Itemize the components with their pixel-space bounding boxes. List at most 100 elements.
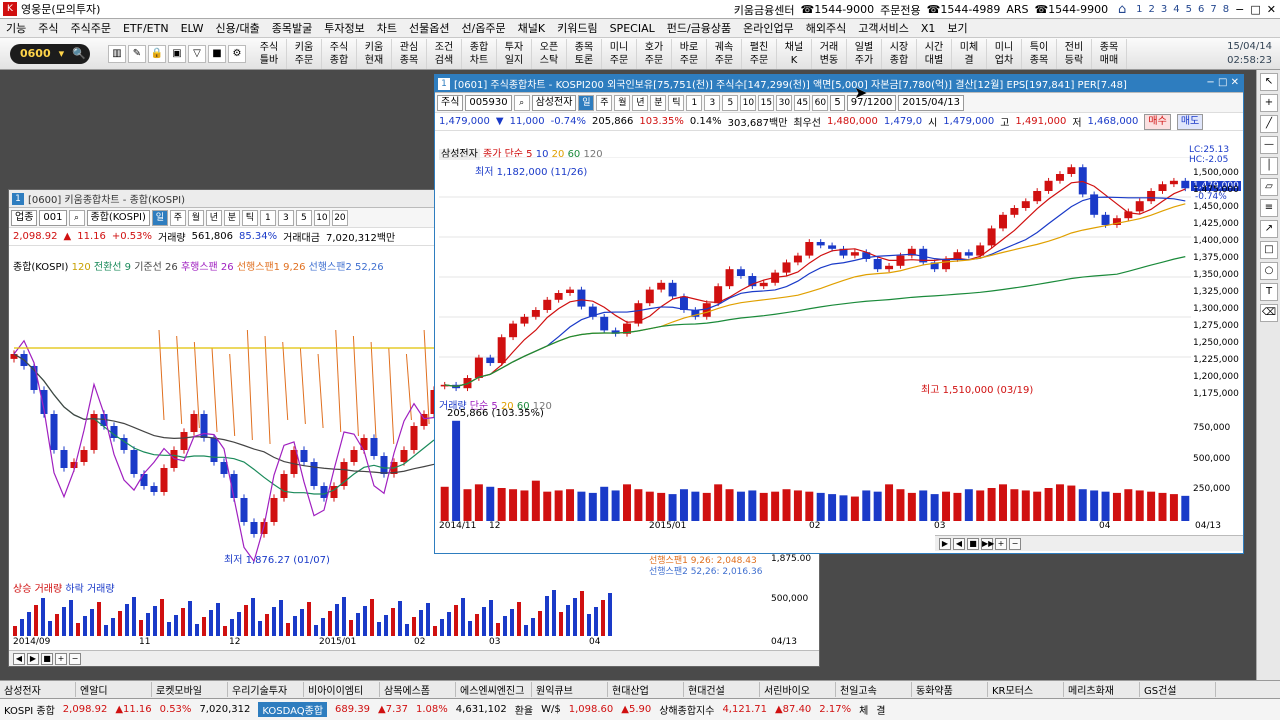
kospi-volume-chart[interactable] bbox=[9, 590, 769, 636]
filter-icon[interactable]: ▽ bbox=[188, 44, 206, 63]
stop-icon[interactable]: ■ bbox=[967, 537, 979, 550]
toolbar-button-2[interactable]: 주식 종합 bbox=[322, 38, 357, 69]
menu-item-19[interactable]: 보기 bbox=[941, 20, 973, 36]
date-input[interactable]: 2015/04/13 bbox=[898, 94, 964, 111]
line-icon[interactable]: ╱ bbox=[1260, 115, 1278, 133]
maximize-icon[interactable]: □ bbox=[1250, 3, 1260, 16]
toolbar-button-11[interactable]: 호가 주문 bbox=[637, 38, 672, 69]
menu-item-14[interactable]: 펀드/금융상품 bbox=[661, 20, 737, 36]
stock-tab-2[interactable]: 로켓모바일 bbox=[152, 682, 228, 697]
interval-6[interactable]: 45 bbox=[794, 94, 811, 111]
toolbar-button-12[interactable]: 바로 주문 bbox=[672, 38, 707, 69]
screen-num-4[interactable]: 4 bbox=[1173, 4, 1179, 15]
stock-tab-1[interactable]: 엔알디 bbox=[76, 682, 152, 697]
period-0[interactable]: 일 bbox=[578, 94, 595, 111]
toolbar-button-7[interactable]: 투자 일지 bbox=[497, 38, 532, 69]
kosdaq-label[interactable]: KOSDAQ종합 bbox=[258, 702, 328, 717]
zoom-out-icon[interactable]: − bbox=[69, 652, 81, 665]
search-icon[interactable]: ⌕ bbox=[68, 209, 85, 226]
vertical-line-icon[interactable]: │ bbox=[1260, 157, 1278, 175]
period-4[interactable]: 분 bbox=[650, 94, 667, 111]
chart-icon[interactable]: ▥ bbox=[108, 44, 126, 63]
screen-num-7[interactable]: 7 bbox=[1210, 4, 1216, 15]
channel-icon[interactable]: ▱ bbox=[1260, 178, 1278, 196]
execution-label-2[interactable]: 결 bbox=[876, 702, 885, 717]
menu-item-11[interactable]: 채널K bbox=[512, 20, 551, 36]
interval-4[interactable]: 15 bbox=[758, 94, 775, 111]
stock-tab-6[interactable]: 에스엔씨엔진그 bbox=[456, 682, 532, 697]
menu-item-6[interactable]: 종목발굴 bbox=[266, 20, 318, 36]
stock-price-chart[interactable] bbox=[439, 157, 1191, 395]
interval-5[interactable]: 30 bbox=[776, 94, 793, 111]
search-icon[interactable]: 🔍 bbox=[72, 47, 86, 60]
kospi-scroll-bar[interactable]: ◀ ▶ ■ + − bbox=[9, 650, 819, 666]
period-5[interactable]: 틱 bbox=[668, 94, 685, 111]
toolbar-button-0[interactable]: 주식 틀바 bbox=[252, 38, 287, 69]
period-5[interactable]: 틱 bbox=[241, 209, 258, 226]
search-icon[interactable]: ⌕ bbox=[513, 94, 530, 111]
toolbar-button-22[interactable]: 특이 종목 bbox=[1022, 38, 1057, 69]
toolbar-button-10[interactable]: 미니 주문 bbox=[602, 38, 637, 69]
interval-3[interactable]: 10 bbox=[740, 94, 757, 111]
stock-tab-4[interactable]: 비아이이엠티 bbox=[304, 682, 380, 697]
stock-chart-titlebar[interactable]: 1 [0601] 주식종합차트 - KOSPI200 외국인보유[75,751(… bbox=[435, 75, 1243, 93]
stock-tab-10[interactable]: 서린바이오 bbox=[760, 682, 836, 697]
market-type-select[interactable]: 업종 bbox=[11, 209, 38, 226]
pencil-icon[interactable]: ✎ bbox=[128, 44, 146, 63]
interval-3[interactable]: 10 bbox=[313, 209, 330, 226]
execution-label[interactable]: 체 bbox=[859, 702, 868, 717]
menu-item-10[interactable]: 선/옵주문 bbox=[455, 20, 511, 36]
menu-item-13[interactable]: SPECIAL bbox=[604, 22, 661, 35]
menu-item-9[interactable]: 선물옵션 bbox=[403, 20, 455, 36]
close-icon[interactable]: ✕ bbox=[1267, 3, 1276, 16]
sell-button[interactable]: 매도 bbox=[1176, 113, 1204, 130]
stock-volume-chart[interactable] bbox=[439, 401, 1191, 521]
menu-item-0[interactable]: 기능 bbox=[0, 20, 32, 36]
toolbar-button-1[interactable]: 키움 주문 bbox=[287, 38, 322, 69]
maximize-icon[interactable]: □ bbox=[1218, 77, 1227, 88]
toolbar-button-23[interactable]: 전비 등락 bbox=[1057, 38, 1092, 69]
menu-item-5[interactable]: 신용/대출 bbox=[210, 20, 266, 36]
interval-2[interactable]: 5 bbox=[295, 209, 312, 226]
menu-item-1[interactable]: 주식 bbox=[32, 20, 64, 36]
scroll-left-icon[interactable]: ◀ bbox=[953, 537, 965, 550]
menu-item-7[interactable]: 투자정보 bbox=[318, 20, 370, 36]
menu-item-12[interactable]: 키워드림 bbox=[551, 20, 603, 36]
period-1[interactable]: 주 bbox=[596, 94, 613, 111]
toolbar-button-13[interactable]: 궤속 주문 bbox=[707, 38, 742, 69]
screen-num-3[interactable]: 3 bbox=[1161, 4, 1167, 15]
toolbar-button-8[interactable]: 오픈 스탁 bbox=[532, 38, 567, 69]
menu-item-16[interactable]: 해외주식 bbox=[800, 20, 852, 36]
stock-tab-9[interactable]: 현대건설 bbox=[684, 682, 760, 697]
menu-item-8[interactable]: 차트 bbox=[371, 20, 403, 36]
forward-icon[interactable]: ▶▶ bbox=[981, 537, 994, 550]
stock-tab-11[interactable]: 천일고속 bbox=[836, 682, 912, 697]
screen-num-5[interactable]: 5 bbox=[1186, 4, 1192, 15]
toolbar-button-14[interactable]: 펼친 주문 bbox=[742, 38, 777, 69]
stock-tab-14[interactable]: 메리츠화재 bbox=[1064, 682, 1140, 697]
toolbar-button-4[interactable]: 관심 종목 bbox=[392, 38, 427, 69]
index-code-input[interactable]: 001 bbox=[39, 209, 67, 226]
toolbar-button-15[interactable]: 채널 K bbox=[777, 38, 812, 69]
close-icon[interactable]: ✕ bbox=[1231, 77, 1239, 88]
period-2[interactable]: 월 bbox=[614, 94, 631, 111]
stock-tab-13[interactable]: KR모터스 bbox=[988, 682, 1064, 697]
horizontal-line-icon[interactable]: — bbox=[1260, 136, 1278, 154]
stock-tab-12[interactable]: 동화약품 bbox=[912, 682, 988, 697]
screen-num-8[interactable]: 8 bbox=[1223, 4, 1229, 15]
stock-tab-0[interactable]: 삼성전자 bbox=[0, 682, 76, 697]
stock-tab-3[interactable]: 우리기술투자 bbox=[228, 682, 304, 697]
buy-button[interactable]: 매수 bbox=[1144, 113, 1171, 130]
stock-tab-7[interactable]: 원익큐브 bbox=[532, 682, 608, 697]
toolbar-button-20[interactable]: 미체 결 bbox=[952, 38, 987, 69]
circle-icon[interactable]: ○ bbox=[1260, 262, 1278, 280]
toolbar-button-24[interactable]: 종목 매매 bbox=[1092, 38, 1127, 69]
stop-icon[interactable]: ■ bbox=[41, 652, 53, 665]
toolbar-button-6[interactable]: 종합 차트 bbox=[462, 38, 497, 69]
interval-2[interactable]: 5 bbox=[722, 94, 739, 111]
dropdown-icon[interactable]: ▾ bbox=[59, 47, 65, 60]
toolbar-button-9[interactable]: 종목 토론 bbox=[567, 38, 602, 69]
cursor-icon[interactable]: ↖ bbox=[1260, 73, 1278, 91]
screen-num-6[interactable]: 6 bbox=[1198, 4, 1204, 15]
eraser-icon[interactable]: ⌫ bbox=[1260, 304, 1278, 322]
